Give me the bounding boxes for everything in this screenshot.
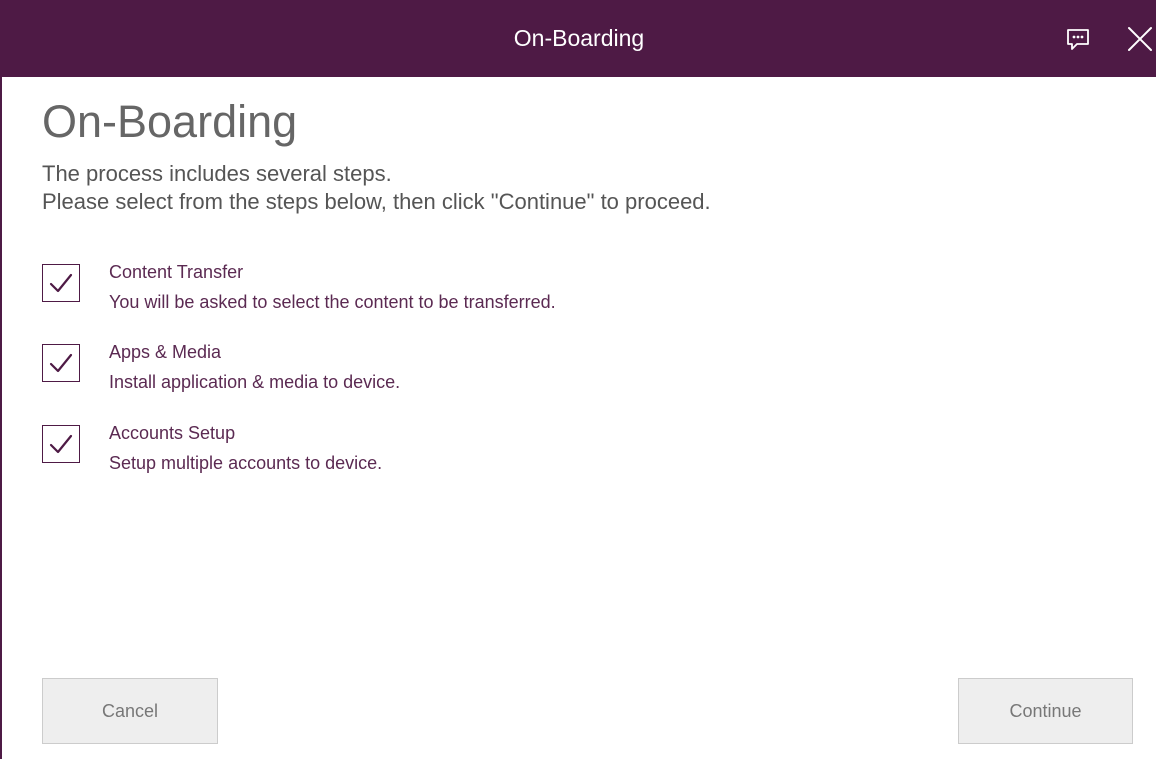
feedback-icon[interactable]	[1064, 25, 1092, 53]
page-heading: On-Boarding	[42, 96, 298, 147]
checkmark-icon	[49, 273, 73, 293]
step-content-transfer: Content Transfer You will be asked to se…	[42, 260, 942, 320]
checkmark-icon	[49, 353, 73, 373]
step-title: Accounts Setup	[109, 423, 236, 443]
intro-line-1: The process includes several steps.	[42, 161, 392, 186]
close-icon[interactable]	[1124, 23, 1156, 55]
title-bar: On-Boarding	[2, 0, 1156, 77]
step-description: Setup multiple accounts to device.	[109, 453, 383, 473]
intro-text: The process includes several steps. Plea…	[42, 160, 711, 216]
onboarding-window: On-Boarding On-Boarding The process incl…	[0, 0, 1156, 759]
step-apps-media: Apps & Media Install application & media…	[42, 340, 942, 400]
checkmark-icon	[49, 434, 73, 454]
cancel-button[interactable]: Cancel	[42, 678, 218, 744]
apps-media-checkbox[interactable]	[42, 344, 80, 382]
intro-line-2: Please select from the steps below, then…	[42, 189, 711, 214]
step-title: Content Transfer	[109, 262, 244, 282]
step-title: Apps & Media	[109, 342, 222, 362]
continue-button[interactable]: Continue	[958, 678, 1133, 744]
accounts-setup-checkbox[interactable]	[42, 425, 80, 463]
step-accounts-setup: Accounts Setup Setup multiple accounts t…	[42, 421, 942, 481]
step-description: You will be asked to select the content …	[109, 292, 556, 312]
content-transfer-checkbox[interactable]	[42, 264, 80, 302]
window-title: On-Boarding	[513, 25, 645, 51]
step-description: Install application & media to device.	[109, 372, 401, 392]
